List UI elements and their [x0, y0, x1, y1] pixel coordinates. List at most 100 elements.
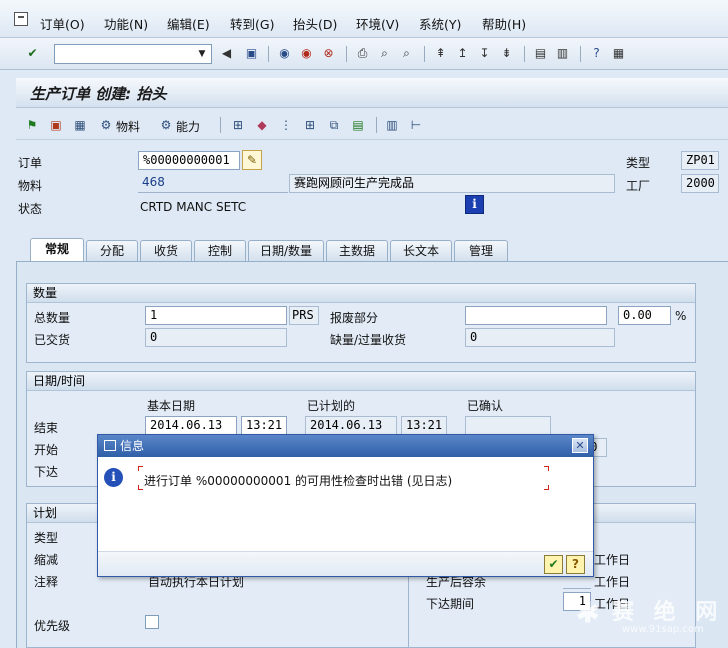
menu-goto[interactable]: 转到(G) — [230, 14, 274, 33]
tab-dates-quantities[interactable]: 日期/数量 — [248, 240, 324, 262]
scrap-percent-field[interactable]: 0.00 — [618, 306, 671, 325]
end-basic-time-field[interactable]: 13:21 — [241, 416, 287, 435]
message-bracket — [138, 466, 143, 471]
message-bracket — [544, 485, 549, 490]
tab-general[interactable]: 常规 — [30, 238, 84, 262]
confirm-button[interactable]: ✔ — [544, 555, 563, 574]
dialog-message: 进行订单 %00000000001 的可用性检查时出错 (见日志) — [144, 474, 453, 488]
material-button[interactable]: 物料 — [116, 118, 140, 135]
table-icon[interactable]: ▥ — [384, 117, 400, 133]
shape-icon[interactable]: ◆ — [254, 117, 270, 133]
menu-order[interactable]: 订单(O) — [40, 14, 85, 33]
scrap-label: 报废部分 — [330, 311, 379, 325]
plant-field: 2000 — [681, 174, 719, 193]
information-dialog: 信息 ✕ i 进行订单 %00000000001 的可用性检查时出错 (见日志)… — [97, 434, 594, 577]
find-next-icon[interactable]: ⌕ — [398, 45, 415, 62]
scrap-field[interactable] — [465, 306, 607, 325]
tab-goods-receipt[interactable]: 收货 — [140, 240, 192, 262]
tab-administration[interactable]: 管理 — [454, 240, 508, 262]
capacity-icon[interactable]: ⚙ — [158, 117, 174, 133]
enter-check-icon[interactable]: ✔ — [24, 45, 41, 62]
order-number-field[interactable]: %00000000001 — [138, 151, 240, 170]
application-toolbar: ⚑ ▣ ▦ ⚙ 物料 ⚙ 能力 ⊞ ◆ ⋮ ⊞ ⧉ ▤ ▥ ⊢ — [16, 110, 728, 140]
planning-type-label: 类型 — [34, 531, 59, 545]
system-menu-icon[interactable] — [14, 12, 28, 26]
short-excess-field: 0 — [465, 328, 615, 347]
hierarchy-icon[interactable]: ⊞ — [230, 117, 246, 133]
edit-pencil-icon[interactable]: ✎ — [242, 150, 262, 170]
tab-master-data[interactable]: 主数据 — [326, 240, 388, 262]
material-number-field[interactable]: 468 — [138, 174, 288, 193]
previous-page-icon[interactable]: ↥ — [454, 45, 471, 62]
menu-system[interactable]: 系统(Y) — [419, 14, 461, 33]
flag-icon[interactable]: ⚑ — [24, 117, 40, 133]
new-session-icon[interactable]: ▤ — [532, 45, 549, 62]
layout-menu-icon[interactable]: ▦ — [610, 45, 627, 62]
delivered-field: 0 — [145, 328, 287, 347]
component-overview-icon[interactable]: ▣ — [48, 117, 64, 133]
menu-bar: 订单(O) 功能(N) 编辑(E) 转到(G) 抬头(D) 环境(V) 系统(Y… — [0, 0, 728, 38]
end-scheduled-date-field: 2014.06.13 — [305, 416, 397, 435]
document-icon[interactable]: ▤ — [350, 117, 366, 133]
end-confirmed-field — [465, 416, 551, 435]
percent-sign: % — [675, 309, 687, 323]
close-icon[interactable]: ✕ — [572, 438, 588, 453]
menu-header[interactable]: 抬头(D) — [293, 14, 337, 33]
standard-toolbar: ✔ ▼ ◀ ▣ ◉ ◉ ⊗ ⎙ ⌕ ⌕ ⇞ ↥ ↧ ⇟ ▤ ▥ ? ▦ — [0, 38, 728, 70]
confirmed-label: 已确认 — [467, 399, 504, 413]
menu-function[interactable]: 功能(N) — [104, 14, 148, 33]
menu-environment[interactable]: 环境(V) — [356, 14, 399, 33]
tree-icon[interactable]: ⊢ — [408, 117, 424, 133]
total-qty-label: 总数量 — [34, 311, 71, 325]
status-info-icon[interactable]: i — [465, 195, 484, 214]
command-field[interactable]: ▼ — [54, 44, 212, 64]
back-icon[interactable]: ◉ — [276, 45, 293, 62]
release-period-label: 下达期间 — [426, 597, 475, 611]
cancel-icon[interactable]: ⊗ — [320, 45, 337, 62]
copy-icon[interactable]: ⧉ — [326, 117, 342, 133]
total-qty-field[interactable]: 1 — [145, 306, 287, 325]
next-page-icon[interactable]: ↧ — [476, 45, 493, 62]
unit-field: PRS — [289, 306, 319, 325]
first-page-icon[interactable]: ⇞ — [432, 45, 449, 62]
basic-date-label: 基本日期 — [147, 399, 196, 413]
plant-label: 工厂 — [626, 179, 651, 193]
order-label: 订单 — [18, 156, 43, 170]
toolbar-divider — [424, 46, 425, 62]
structure-icon[interactable]: ⋮ — [278, 117, 294, 133]
menu-edit[interactable]: 编辑(E) — [167, 14, 210, 33]
exit-icon[interactable]: ◉ — [298, 45, 315, 62]
calculator-icon[interactable]: ▦ — [72, 117, 88, 133]
end-label: 结束 — [34, 421, 59, 435]
last-page-icon[interactable]: ⇟ — [498, 45, 515, 62]
short-excess-label: 缺量/过量收货 — [330, 333, 407, 347]
capacity-button[interactable]: 能力 — [176, 118, 200, 135]
tab-long-text[interactable]: 长文本 — [390, 240, 452, 262]
message-bracket — [544, 466, 549, 471]
save-icon[interactable]: ▣ — [243, 45, 260, 62]
network-icon[interactable]: ⊞ — [302, 117, 318, 133]
find-icon[interactable]: ⌕ — [376, 45, 393, 62]
chevron-down-icon[interactable]: ▼ — [193, 45, 211, 63]
delivered-label: 已交货 — [34, 333, 71, 347]
help-button[interactable]: ? — [566, 555, 585, 574]
priority-checkbox[interactable] — [145, 615, 159, 629]
end-basic-date-field[interactable]: 2014.06.13 — [145, 416, 237, 435]
note-label: 注释 — [34, 575, 59, 589]
workday-unit-1: 工作日 — [594, 553, 631, 567]
toolbar-divider — [346, 46, 347, 62]
shortcut-icon[interactable]: ▥ — [554, 45, 571, 62]
dialog-title: 信息 — [120, 439, 145, 453]
help-icon[interactable]: ? — [588, 45, 605, 62]
tab-assignment[interactable]: 分配 — [86, 240, 138, 262]
back-triangle-icon[interactable]: ◀ — [218, 45, 235, 62]
material-icon[interactable]: ⚙ — [98, 117, 114, 133]
menu-help[interactable]: 帮助(H) — [482, 14, 526, 33]
command-input[interactable] — [55, 45, 193, 63]
print-icon[interactable]: ⎙ — [354, 45, 371, 62]
watermark-url: www.91sap.com — [622, 624, 704, 635]
toolbar-divider — [524, 46, 525, 62]
tab-control[interactable]: 控制 — [194, 240, 246, 262]
workday-unit-2: 工作日 — [594, 575, 631, 589]
toolbar-divider — [268, 46, 269, 62]
